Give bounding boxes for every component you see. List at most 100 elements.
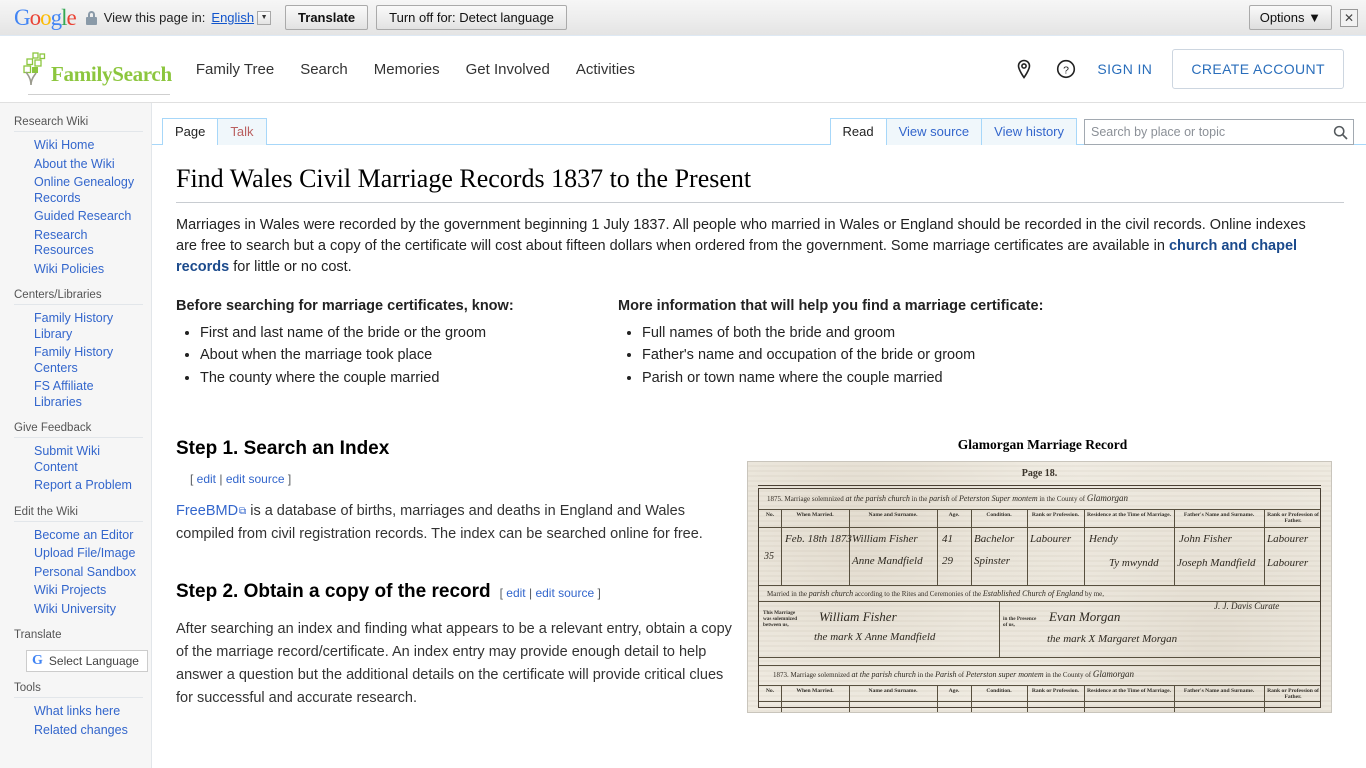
- steps-section: Step 1. Search an Index [ edit | edit so…: [176, 437, 1344, 713]
- record-year-1: 1875.: [767, 495, 783, 503]
- tab-talk[interactable]: Talk: [217, 118, 267, 145]
- search-input[interactable]: [1085, 125, 1327, 139]
- figure-caption: Glamorgan Marriage Record: [957, 437, 1128, 452]
- nav-item-family-tree[interactable]: Family Tree: [196, 61, 274, 78]
- main-content: Page Talk Read View source View history …: [152, 103, 1366, 768]
- list-item: Father's name and occupation of the brid…: [642, 344, 1060, 367]
- primary-nav: Family Tree Search Memories Get Involved…: [196, 61, 635, 78]
- bracket-open: [: [190, 471, 197, 486]
- sidebar-item-submit-wiki-content[interactable]: Submit Wiki Content: [14, 443, 143, 476]
- record2-col-father-rank: Rank or Profession of Father.: [1267, 688, 1319, 701]
- record-entry-rank: Labourer: [1030, 533, 1072, 545]
- tab-page[interactable]: Page: [162, 118, 219, 145]
- record-district-hand-2: Peterston super montem: [965, 670, 1044, 679]
- sidebar-item-wiki-home[interactable]: Wiki Home: [14, 137, 143, 155]
- step1-edit-link[interactable]: edit: [197, 472, 216, 486]
- record-signature-groom: William Fisher: [819, 609, 897, 624]
- record-entry-groom: William Fisher: [852, 533, 918, 545]
- record-col-age: Age.: [948, 512, 960, 518]
- create-account-button[interactable]: CREATE ACCOUNT: [1172, 49, 1344, 89]
- nav-item-search[interactable]: Search: [300, 61, 348, 78]
- step1-section: Step 1. Search an Index [ edit | edit so…: [176, 437, 741, 546]
- sidebar-item-wiki-university[interactable]: Wiki University: [14, 601, 143, 619]
- sidebar-item-about-the-wiki[interactable]: About the Wiki: [14, 156, 143, 174]
- select-language-widget[interactable]: G Select Language: [26, 650, 151, 672]
- tab-view-history[interactable]: View history: [981, 118, 1077, 145]
- translate-options-label: Options: [1259, 10, 1305, 25]
- record-place-hand-1: at the parish church: [845, 494, 910, 503]
- search-box[interactable]: [1084, 119, 1354, 145]
- sidebar-list-give-feedback: Submit Wiki Content Report a Problem: [14, 437, 143, 496]
- tab-read[interactable]: Read: [829, 118, 887, 145]
- info-columns: Before searching for marriage certificat…: [176, 298, 1344, 390]
- select-language-label: Select Language: [48, 654, 139, 668]
- freebmd-link[interactable]: FreeBMD: [176, 503, 238, 519]
- sidebar-item-upload-file-image[interactable]: Upload File/Image: [14, 545, 143, 563]
- sidebar-item-family-history-library[interactable]: Family History Library: [14, 310, 143, 343]
- translate-language-link[interactable]: English: [211, 10, 254, 25]
- sidebar-item-fs-affiliate-libraries[interactable]: FS Affiliate Libraries: [14, 378, 143, 411]
- record-entry-no: 35: [764, 551, 774, 562]
- familysearch-logo[interactable]: FamilySearch: [22, 51, 172, 95]
- sidebar-item-personal-sandbox[interactable]: Personal Sandbox: [14, 564, 143, 582]
- step2-paragraph: After searching an index and finding wha…: [176, 621, 732, 707]
- step2-heading: Step 2. Obtain a copy of the record: [176, 580, 491, 602]
- intro-text-part2: for little or no cost.: [229, 258, 352, 275]
- nav-item-activities[interactable]: Activities: [576, 61, 635, 78]
- intro-paragraph: Marriages in Wales were recorded by the …: [176, 215, 1321, 278]
- record-rites-hand: Established Church of England: [982, 589, 1084, 598]
- sidebar-item-online-genealogy-records[interactable]: Online Genealogy Records: [14, 174, 143, 207]
- record2-col-condition: Condition.: [986, 688, 1012, 694]
- record-col-father-rank: Rank or Profession of Father.: [1267, 512, 1319, 525]
- search-icon[interactable]: [1327, 120, 1353, 144]
- nav-item-memories[interactable]: Memories: [374, 61, 440, 78]
- logo-underline: [28, 94, 170, 95]
- turn-off-translation-button[interactable]: Turn off for: Detect language: [376, 5, 567, 30]
- sidebar-item-family-history-centers[interactable]: Family History Centers: [14, 344, 143, 377]
- record-year-2: 1873.: [773, 671, 789, 679]
- record-entry-father-rank1: Labourer: [1267, 533, 1309, 545]
- record-col-residence: Residence at the Time of Marriage.: [1087, 512, 1171, 518]
- sidebar-item-report-a-problem[interactable]: Report a Problem: [14, 477, 143, 495]
- record-solemnized-label-1: Marriage solemnized: [784, 495, 844, 503]
- marriage-record-image[interactable]: Page 18. 1875. Marriage solemnized at th…: [747, 461, 1332, 713]
- nav-item-get-involved[interactable]: Get Involved: [466, 61, 550, 78]
- sidebar-list-research-wiki: Wiki Home About the Wiki Online Genealog…: [14, 131, 143, 279]
- step2-section: Step 2. Obtain a copy of the record [ edi…: [176, 580, 741, 711]
- step2-edit-link[interactable]: edit: [506, 586, 525, 600]
- record-married-hand: parish church: [808, 589, 854, 598]
- step2-edit-source-link[interactable]: edit source: [535, 586, 594, 600]
- record-entry-groom-condition: Bachelor: [974, 533, 1015, 545]
- record-entry-father-rank2: Labourer: [1267, 557, 1309, 569]
- question-circle-icon[interactable]: ?: [1055, 58, 1077, 80]
- sidebar-item-related-changes[interactable]: Related changes: [14, 722, 143, 740]
- marriage-record-figure: Glamorgan Marriage Record Page 18. 1875.…: [741, 437, 1344, 713]
- record-solemnized-label-2: Marriage solemnized: [790, 671, 850, 679]
- translate-button[interactable]: Translate: [285, 5, 369, 30]
- record-married-in-line: Married in the parish church according t…: [767, 589, 1104, 598]
- record-entry-groom-age: 41: [942, 533, 953, 545]
- sidebar-item-wiki-projects[interactable]: Wiki Projects: [14, 582, 143, 600]
- chevron-down-icon[interactable]: ▼: [257, 10, 272, 25]
- step1-edit-source-link[interactable]: edit source: [226, 472, 285, 486]
- record-county-hand-1: Glamorgan: [1086, 493, 1128, 503]
- info-column-before-searching: Before searching for marriage certificat…: [176, 298, 618, 390]
- list-item: First and last name of the bride or the …: [200, 322, 618, 345]
- sidebar-item-wiki-policies[interactable]: Wiki Policies: [14, 261, 143, 279]
- record-of-2: of: [958, 671, 965, 679]
- close-icon[interactable]: ✕: [1340, 8, 1358, 27]
- record-col-no: No.: [765, 512, 775, 518]
- tab-view-source[interactable]: View source: [885, 118, 983, 145]
- record-witness-2: the mark X Margaret Morgan: [1047, 633, 1178, 645]
- sidebar-item-what-links-here[interactable]: What links here: [14, 703, 143, 721]
- page-title: Find Wales Civil Marriage Records 1837 t…: [176, 163, 1344, 203]
- step1-edit-links: [ edit | edit source ]: [190, 472, 741, 486]
- sidebar-item-guided-research[interactable]: Guided Research: [14, 208, 143, 226]
- sign-in-button[interactable]: SIGN IN: [1097, 61, 1152, 77]
- translate-options-button[interactable]: Options ▼: [1248, 5, 1332, 30]
- map-pin-icon[interactable]: [1013, 58, 1035, 80]
- sidebar-item-research-resources[interactable]: Research Resources: [14, 227, 143, 260]
- sidebar-item-become-an-editor[interactable]: Become an Editor: [14, 527, 143, 545]
- sidebar-group-title-centers-libraries: Centers/Libraries: [14, 289, 102, 301]
- google-logo: Google: [14, 5, 77, 30]
